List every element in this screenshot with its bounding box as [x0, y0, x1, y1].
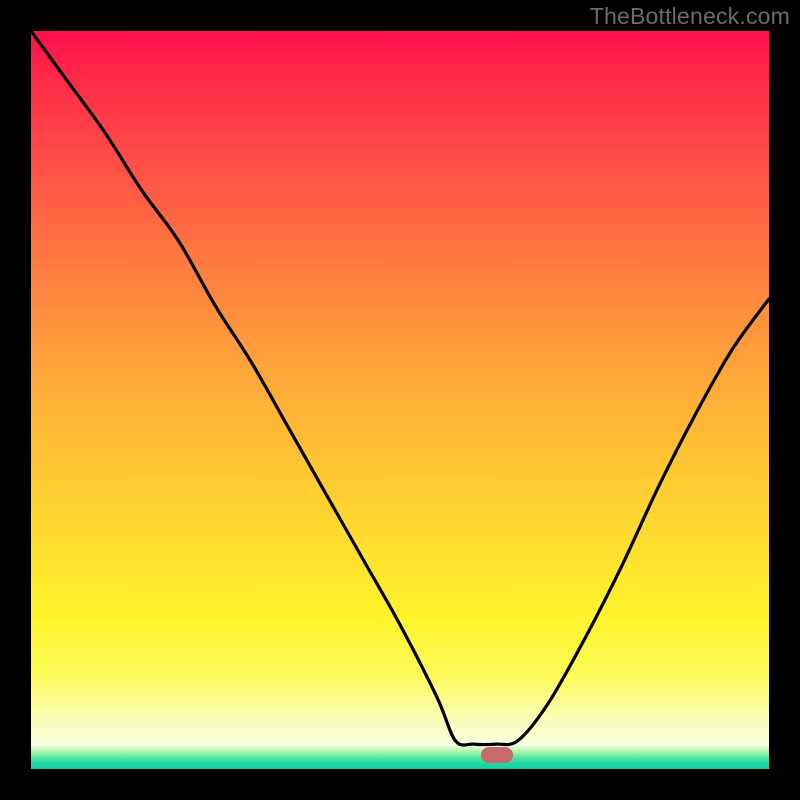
plot-area [31, 31, 769, 769]
heat-gradient [31, 31, 769, 745]
optimum-marker [481, 747, 513, 763]
optimal-band [31, 745, 769, 769]
watermark-text: TheBottleneck.com [590, 3, 790, 30]
chart-frame: TheBottleneck.com [0, 0, 800, 800]
